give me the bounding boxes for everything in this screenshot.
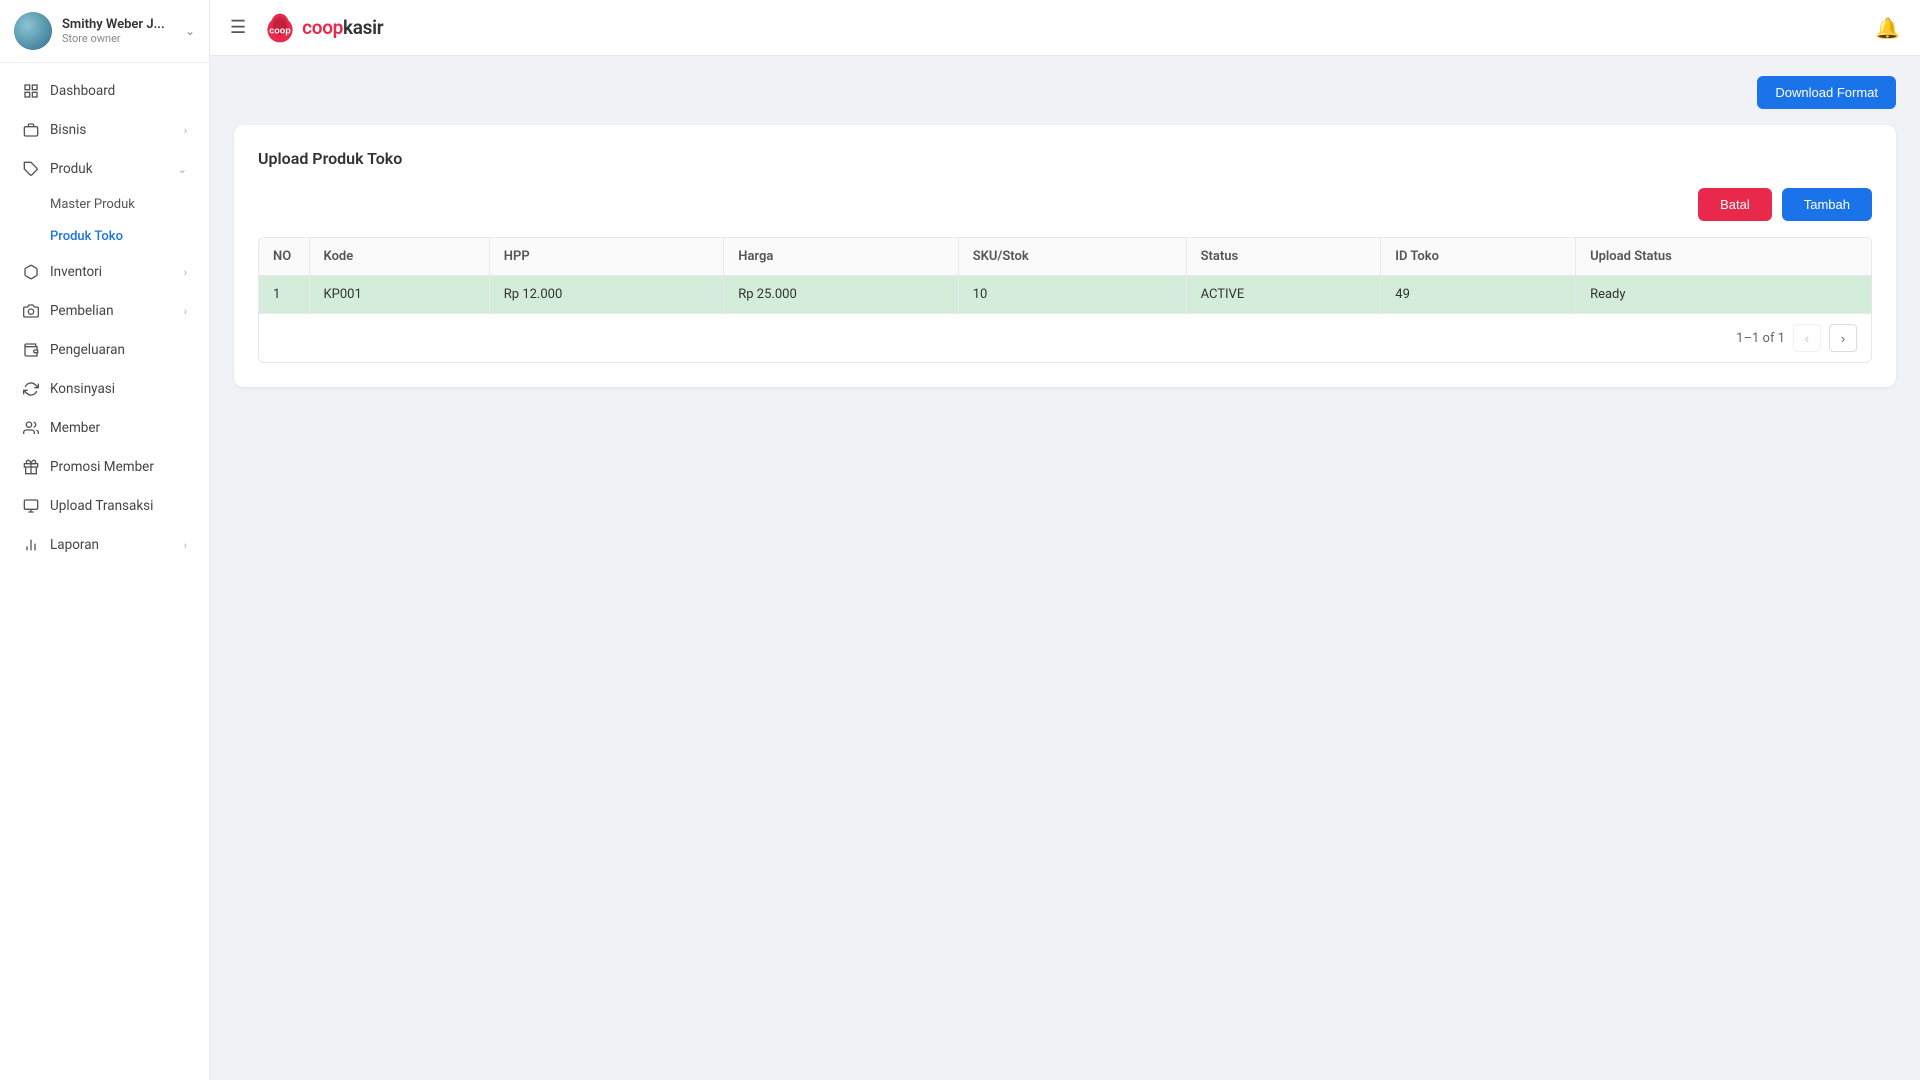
- bell-icon[interactable]: 🔔: [1875, 16, 1900, 40]
- main-content: Download Format Upload Produk Toko Batal…: [210, 56, 1920, 1080]
- cell-no: 1: [259, 276, 309, 314]
- cell-sku-stok: 10: [958, 276, 1186, 314]
- pagination-next-button[interactable]: ›: [1829, 324, 1857, 352]
- col-sku-stok: SKU/Stok: [958, 238, 1186, 276]
- table-body: 1 KP001 Rp 12.000 Rp 25.000 10 ACTIVE 49…: [259, 276, 1871, 314]
- sidebar-item-inventori[interactable]: Inventori ›: [6, 253, 203, 291]
- chevron-right-icon: ›: [184, 266, 187, 279]
- logo-coop: coop: [302, 16, 343, 39]
- sidebar-label-upload-transaksi: Upload Transaksi: [50, 498, 187, 514]
- chevron-down-icon: ⌄: [178, 163, 187, 176]
- grid-icon: [22, 82, 40, 100]
- col-status: Status: [1186, 238, 1381, 276]
- chart-icon: [22, 536, 40, 554]
- main-area: ☰ coop coopkasir 🔔 Download Format Uploa…: [210, 0, 1920, 1080]
- sidebar-label-laporan: Laporan: [50, 537, 184, 553]
- sidebar-item-konsinyasi[interactable]: Konsinyasi: [6, 370, 203, 408]
- col-upload-status: Upload Status: [1576, 238, 1871, 276]
- cell-hpp: Rp 12.000: [489, 276, 723, 314]
- logo-text: coopkasir: [302, 16, 383, 39]
- upload-icon: [22, 497, 40, 515]
- sidebar-item-pembelian[interactable]: Pembelian ›: [6, 292, 203, 330]
- table-row: 1 KP001 Rp 12.000 Rp 25.000 10 ACTIVE 49…: [259, 276, 1871, 314]
- pagination: 1–1 of 1 ‹ ›: [259, 313, 1871, 362]
- sidebar-item-dashboard[interactable]: Dashboard: [6, 72, 203, 110]
- chevron-down-icon: ⌄: [185, 24, 195, 38]
- logo-icon: coop: [262, 10, 298, 46]
- wallet-icon: [22, 341, 40, 359]
- table-header: NO Kode HPP Harga SKU/Stok Status ID Tok…: [259, 238, 1871, 276]
- sidebar-label-inventori: Inventori: [50, 264, 184, 280]
- sidebar-item-master-produk[interactable]: Master Produk: [6, 189, 203, 220]
- topbar: ☰ coop coopkasir 🔔: [210, 0, 1920, 56]
- logo-kasir: kasir: [343, 16, 383, 39]
- col-no: NO: [259, 238, 309, 276]
- table-wrapper: NO Kode HPP Harga SKU/Stok Status ID Tok…: [258, 237, 1872, 363]
- pagination-info: 1–1 of 1: [1736, 331, 1785, 346]
- col-harga: Harga: [724, 238, 958, 276]
- refresh-icon: [22, 380, 40, 398]
- box-icon: [22, 263, 40, 281]
- sidebar-item-bisnis[interactable]: Bisnis ›: [6, 111, 203, 149]
- briefcase-icon: [22, 121, 40, 139]
- user-name: Smithy Weber J...: [62, 17, 182, 32]
- sidebar-label-pembelian: Pembelian: [50, 303, 184, 319]
- sidebar-label-pengeluaran: Pengeluaran: [50, 342, 187, 358]
- col-hpp: HPP: [489, 238, 723, 276]
- sidebar-item-produk-toko[interactable]: Produk Toko: [6, 221, 203, 252]
- sidebar-label-konsinyasi: Konsinyasi: [50, 381, 187, 397]
- sidebar: Smithy Weber J... Store owner ⌄ Dashboar…: [0, 0, 210, 1080]
- sidebar-item-pengeluaran[interactable]: Pengeluaran: [6, 331, 203, 369]
- sidebar-item-member[interactable]: Member: [6, 409, 203, 447]
- user-info: Smithy Weber J... Store owner: [62, 17, 185, 45]
- sidebar-label-member: Member: [50, 420, 187, 436]
- cell-id-toko: 49: [1381, 276, 1576, 314]
- tag-icon: [22, 160, 40, 178]
- chevron-right-icon: ›: [184, 305, 187, 318]
- svg-text:coop: coop: [269, 25, 291, 35]
- chevron-right-icon: ›: [184, 539, 187, 552]
- cell-kode: KP001: [309, 276, 489, 314]
- sidebar-user-header[interactable]: Smithy Weber J... Store owner ⌄: [0, 0, 209, 63]
- cell-status: ACTIVE: [1186, 276, 1381, 314]
- chevron-right-icon: ›: [184, 124, 187, 137]
- sidebar-label-bisnis: Bisnis: [50, 122, 184, 138]
- sidebar-label-promosi-member: Promosi Member: [50, 459, 187, 475]
- hamburger-icon[interactable]: ☰: [230, 17, 246, 38]
- cell-upload-status: Ready: [1576, 276, 1871, 314]
- sidebar-item-promosi-member[interactable]: Promosi Member: [6, 448, 203, 486]
- logo: coop coopkasir: [262, 10, 383, 46]
- batal-button[interactable]: Batal: [1698, 188, 1772, 221]
- upload-produk-table: NO Kode HPP Harga SKU/Stok Status ID Tok…: [259, 238, 1871, 313]
- sidebar-item-produk[interactable]: Produk ⌄: [6, 150, 203, 188]
- cell-harga: Rp 25.000: [724, 276, 958, 314]
- sidebar-label-produk: Produk: [50, 161, 178, 177]
- avatar: [14, 12, 52, 50]
- sidebar-item-upload-transaksi[interactable]: Upload Transaksi: [6, 487, 203, 525]
- col-kode: Kode: [309, 238, 489, 276]
- sidebar-label-dashboard: Dashboard: [50, 83, 187, 99]
- sidebar-nav: Dashboard Bisnis › Produk ⌄ Master Produ…: [0, 63, 209, 573]
- tambah-button[interactable]: Tambah: [1782, 188, 1872, 221]
- download-bar: Download Format: [234, 76, 1896, 109]
- download-format-button[interactable]: Download Format: [1757, 76, 1896, 109]
- action-bar: Batal Tambah: [258, 188, 1872, 221]
- col-id-toko: ID Toko: [1381, 238, 1576, 276]
- users-icon: [22, 419, 40, 437]
- upload-produk-card: Upload Produk Toko Batal Tambah NO Kode …: [234, 125, 1896, 387]
- gift-icon: [22, 458, 40, 476]
- pagination-prev-button[interactable]: ‹: [1793, 324, 1821, 352]
- card-title: Upload Produk Toko: [258, 149, 1872, 168]
- user-role: Store owner: [62, 32, 185, 45]
- sidebar-item-laporan[interactable]: Laporan ›: [6, 526, 203, 564]
- camera-icon: [22, 302, 40, 320]
